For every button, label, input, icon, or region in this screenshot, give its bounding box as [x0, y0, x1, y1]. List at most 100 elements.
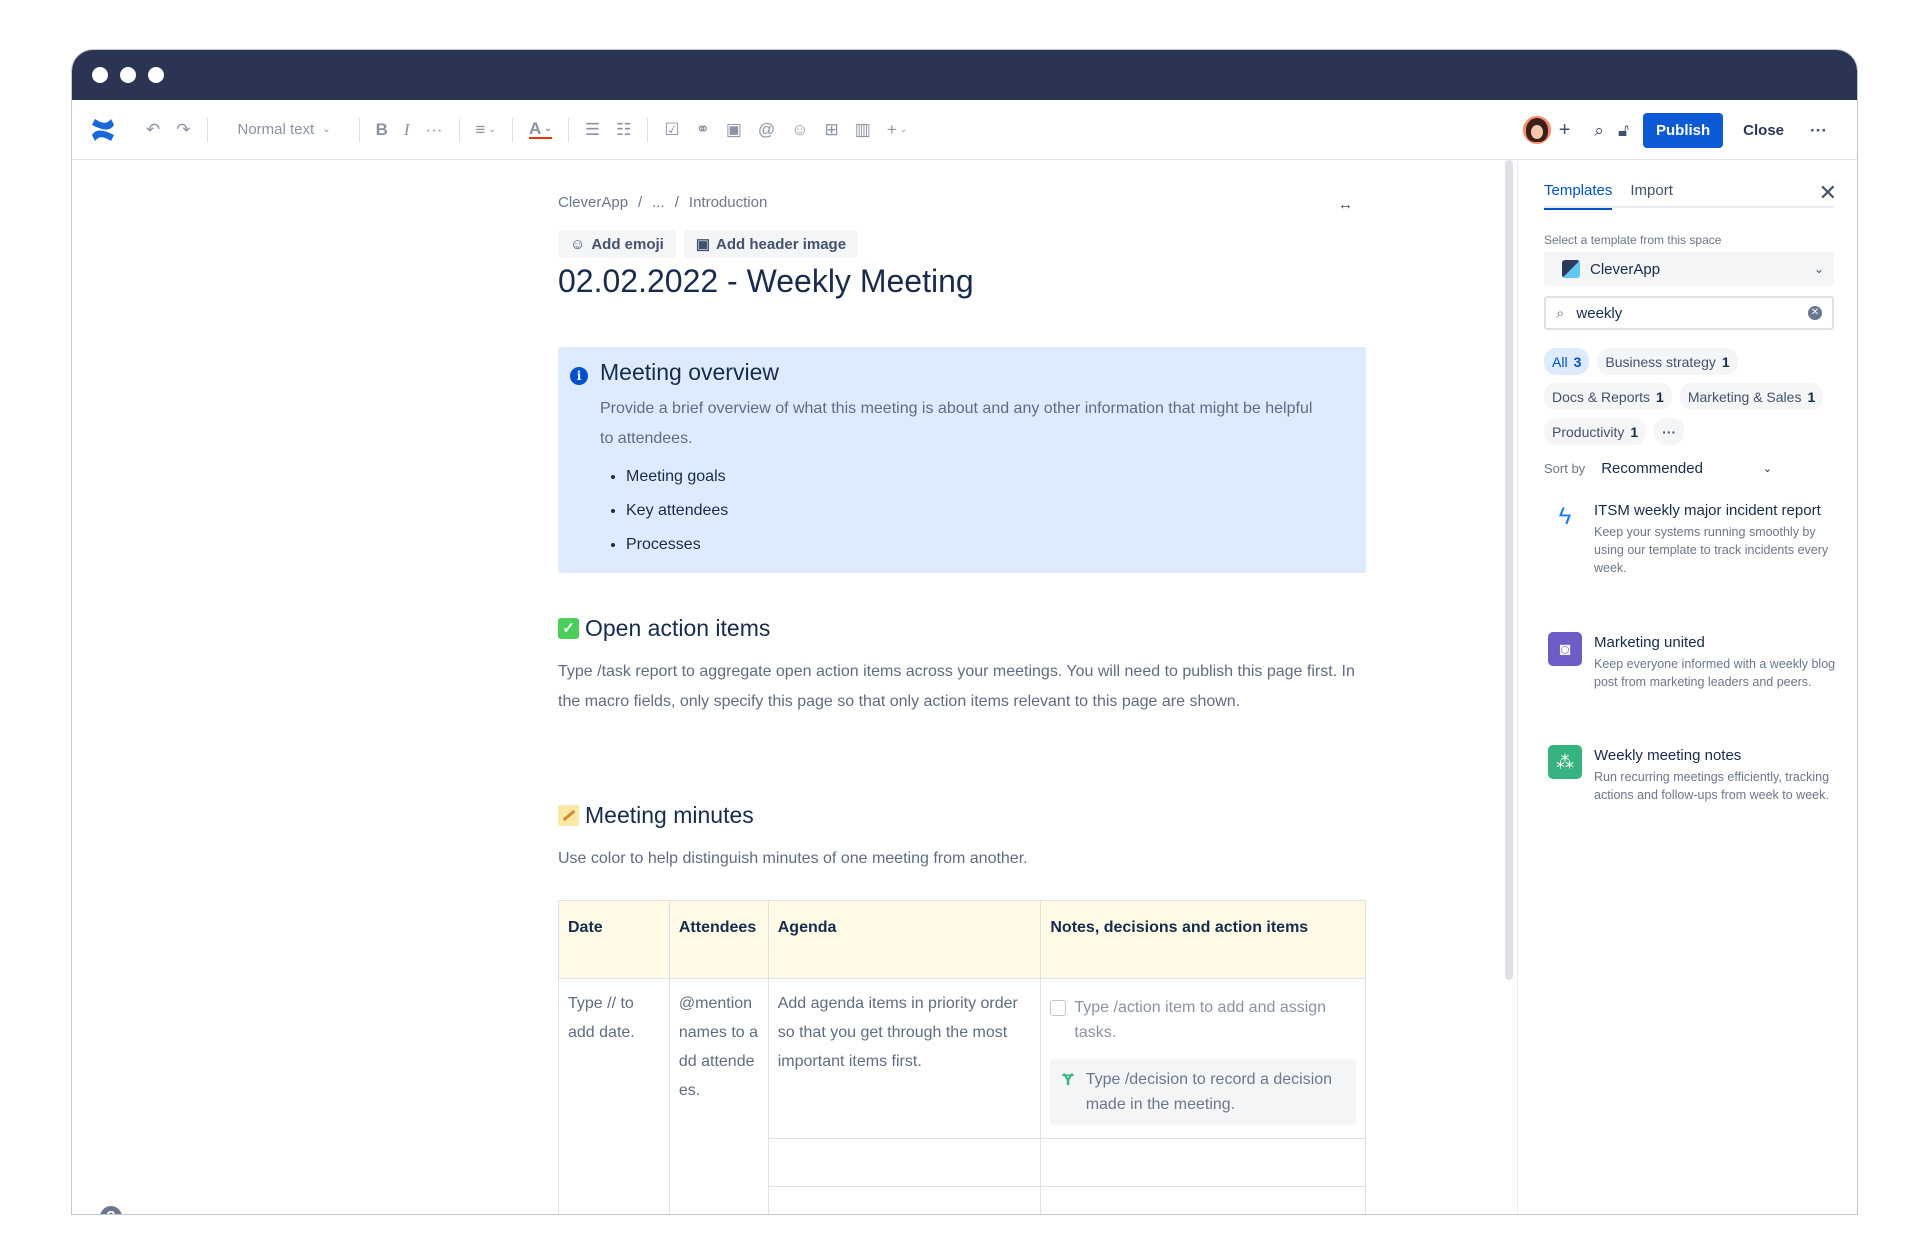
- window-maximize-dot[interactable]: [148, 67, 164, 83]
- table-header-agenda[interactable]: Agenda: [767, 900, 1042, 979]
- full-width-toggle-icon[interactable]: ↔: [1338, 196, 1353, 213]
- chip-marketing-sales[interactable]: Marketing & Sales 1: [1679, 383, 1824, 410]
- image-icon[interactable]: ▣: [726, 121, 742, 138]
- agenda-cell[interactable]: Add agenda items in priority order so th…: [767, 978, 1042, 1139]
- window-minimize-dot[interactable]: [120, 67, 136, 83]
- text-style-label: Normal text: [237, 121, 315, 138]
- table-cell[interactable]: [767, 1138, 1042, 1187]
- toolbar-divider: [647, 117, 649, 142]
- editor-scrollbar[interactable]: [1505, 160, 1513, 980]
- action-checkbox[interactable]: [1050, 1000, 1067, 1016]
- action-items-heading-text: Open action items: [585, 615, 771, 641]
- decision-item[interactable]: Ɏ Type /decision to record a decision ma…: [1050, 1059, 1356, 1125]
- breadcrumb-ellipsis[interactable]: ...: [652, 194, 665, 211]
- chip-count: 1: [1721, 353, 1730, 370]
- date-cell[interactable]: Type // to add date.: [558, 978, 670, 1214]
- help-icon[interactable]: ?: [100, 1206, 122, 1214]
- list-item: Processes: [626, 528, 1366, 562]
- template-card[interactable]: ϟ ITSM weekly major incident report Keep…: [1548, 500, 1838, 577]
- insert-icon[interactable]: + ⌄: [887, 121, 907, 138]
- breadcrumb: CleverApp / ... / Introduction: [558, 194, 767, 211]
- sort-by: Sort by Recommended ⌄: [1544, 460, 1772, 477]
- template-description: Run recurring meetings efficiently, trac…: [1594, 770, 1830, 802]
- chip-docs-reports[interactable]: Docs & Reports 1: [1544, 383, 1672, 410]
- info-panel[interactable]: i Meeting overview Provide a brief overv…: [558, 347, 1366, 573]
- chip-all[interactable]: All 3: [1544, 348, 1590, 375]
- smiley-icon: ☺: [570, 235, 586, 253]
- bold-icon[interactable]: B: [376, 121, 388, 138]
- table-header-notes[interactable]: Notes, decisions and action items: [1040, 900, 1366, 979]
- undo-icon[interactable]: ↶: [146, 121, 160, 138]
- text-style-dropdown[interactable]: Normal text ⌄: [238, 121, 331, 138]
- invite-plus-icon[interactable]: +: [1559, 120, 1571, 140]
- template-card[interactable]: ◙ Marketing united Keep everyone informe…: [1548, 632, 1838, 691]
- minutes-heading-text: Meeting minutes: [585, 802, 754, 828]
- mention-icon[interactable]: @: [758, 121, 775, 138]
- action-items-text: Type /task report to aggregate open acti…: [558, 663, 1355, 710]
- window-close-dot[interactable]: [92, 67, 108, 83]
- chip-label: All: [1552, 353, 1568, 370]
- table-header-attendees[interactable]: Attendees: [668, 900, 769, 979]
- table-cell[interactable]: [767, 1186, 1042, 1214]
- redo-icon[interactable]: ↷: [176, 121, 190, 138]
- more-options-icon[interactable]: ···: [1810, 122, 1827, 139]
- chip-productivity[interactable]: Productivity 1: [1544, 418, 1647, 445]
- app-window: ↶ ↷ Normal text ⌄ B I ··· ≡ ⌄ A ⌄ ☰ ☷ ☑ ⚭ …: [71, 49, 1858, 1215]
- confluence-logo-icon[interactable]: [90, 117, 116, 143]
- emoji-icon[interactable]: ☺: [791, 121, 808, 138]
- chip-more[interactable]: ···: [1654, 418, 1685, 445]
- page-title[interactable]: 02.02.2022 - Weekly Meeting: [558, 263, 974, 300]
- notes-cell[interactable]: Type /action item to add and assign task…: [1040, 978, 1366, 1139]
- search-value: weekly: [1576, 304, 1623, 322]
- editor-toolbar: ↶ ↷ Normal text ⌄ B I ··· ≡ ⌄ A ⌄ ☰ ☷ ☑ ⚭ …: [72, 100, 1857, 160]
- minutes-table: Date Attendees Agenda Notes, decisions a…: [558, 900, 1366, 1214]
- layouts-icon[interactable]: ▥: [855, 121, 871, 138]
- decision-placeholder: Type /decision to record a decision made…: [1085, 1071, 1333, 1113]
- close-button[interactable]: Close: [1737, 122, 1790, 139]
- breadcrumb-parent[interactable]: Introduction: [689, 194, 767, 211]
- decision-icon: Ɏ: [1062, 1070, 1074, 1089]
- breadcrumb-space[interactable]: CleverApp: [558, 194, 628, 211]
- tab-import[interactable]: Import: [1630, 182, 1673, 206]
- more-formatting-icon[interactable]: ···: [426, 121, 443, 138]
- template-description: Keep everyone informed with a weekly blo…: [1594, 657, 1836, 689]
- chip-business-strategy[interactable]: Business strategy 1: [1597, 348, 1738, 375]
- table-header-date[interactable]: Date: [558, 900, 670, 979]
- add-emoji-button[interactable]: ☺ Add emoji: [558, 230, 676, 258]
- search-icon: ⌕: [1556, 304, 1565, 322]
- check-mark-emoji-icon: ✓: [558, 618, 579, 639]
- sort-by-label: Sort by: [1544, 461, 1586, 476]
- avatar[interactable]: [1520, 114, 1553, 146]
- search-icon[interactable]: ⌕: [1594, 122, 1604, 139]
- space-select[interactable]: CleverApp ⌄: [1544, 252, 1834, 286]
- table-header-row: Date Attendees Agenda Notes, decisions a…: [558, 900, 1366, 979]
- bullet-list-icon[interactable]: ☰: [585, 121, 600, 138]
- close-icon[interactable]: ✕: [1819, 180, 1837, 206]
- tab-templates[interactable]: Templates: [1544, 182, 1613, 210]
- clear-search-icon[interactable]: ✕: [1808, 306, 1822, 320]
- align-icon[interactable]: ≡ ⌄: [476, 121, 496, 138]
- add-header-image-button[interactable]: ▣ Add header image: [683, 230, 859, 258]
- lightning-icon: ϟ: [1558, 503, 1572, 530]
- add-emoji-label: Add emoji: [591, 235, 664, 253]
- template-title: ITSM weekly major incident report: [1594, 502, 1821, 519]
- table-icon[interactable]: ⊞: [825, 121, 839, 138]
- table-cell[interactable]: [1040, 1186, 1366, 1214]
- action-item-icon[interactable]: ☑: [664, 121, 679, 138]
- publish-button[interactable]: Publish: [1642, 112, 1724, 148]
- window-titlebar: [72, 50, 1857, 100]
- restrictions-lock-icon[interactable]: 🔓︎: [1618, 122, 1629, 139]
- breadcrumb-separator: /: [674, 194, 679, 211]
- attendees-cell[interactable]: @mention names to add attendees.: [668, 978, 769, 1214]
- text-color-icon[interactable]: A ⌄: [528, 120, 552, 139]
- image-icon: ▣: [695, 236, 711, 253]
- action-item[interactable]: Type /action item to add and assign task…: [1050, 995, 1356, 1045]
- numbered-list-icon[interactable]: ☷: [616, 121, 631, 138]
- template-card[interactable]: ⁂ Weekly meeting notes Run recurring mee…: [1548, 745, 1838, 804]
- template-search-input[interactable]: ⌕ weekly ✕: [1544, 296, 1834, 330]
- template-description: Keep your systems running smoothly by us…: [1594, 525, 1829, 575]
- table-cell[interactable]: [1040, 1138, 1366, 1187]
- italic-icon[interactable]: I: [404, 121, 410, 138]
- sort-dropdown[interactable]: Recommended ⌄: [1601, 460, 1772, 477]
- link-icon[interactable]: ⚭: [696, 121, 710, 138]
